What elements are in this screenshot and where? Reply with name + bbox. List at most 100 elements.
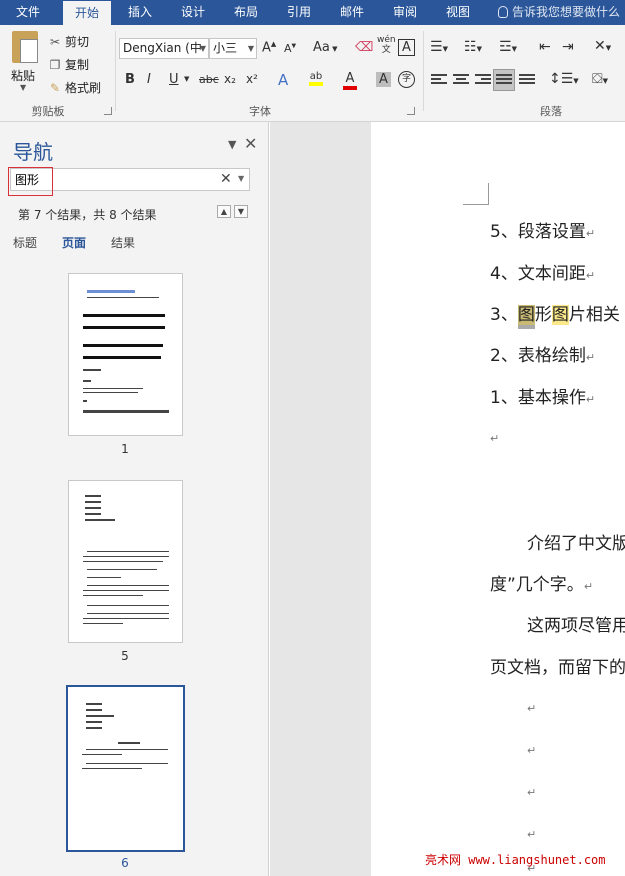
nav-title: 导航 [13,140,53,164]
multilevel-list-icon[interactable]: ☲▼ [499,39,517,55]
phonetic-guide-icon[interactable]: wén 文 [377,35,396,55]
justify-button[interactable] [493,69,515,91]
clipboard-launcher-icon[interactable] [104,107,112,115]
nav-options-icon[interactable]: ▼ [228,138,236,151]
paragraph-mark: ↵ [585,393,596,406]
page-number: 5 [121,649,129,663]
char-border-icon[interactable]: A [398,39,415,56]
doc-line-text: 度”几个字。 [490,575,584,595]
doc-line-text: 片相关 [568,305,620,325]
page-thumbnail[interactable] [68,480,183,643]
tab-insert[interactable]: 插入 [118,0,162,25]
tab-home[interactable]: 开始 [63,1,111,25]
tab-mailings[interactable]: 邮件 [330,0,374,25]
tab-review[interactable]: 审阅 [383,0,427,25]
strikethrough-button[interactable]: abc [199,73,219,86]
font-size-value: 小三 [213,41,238,55]
decrease-indent-icon[interactable]: ⇤ [539,39,551,55]
crop-mark [463,183,489,205]
char-shading-icon[interactable]: A [376,72,391,87]
doc-line[interactable]: 3、图形图片相关 [490,300,620,329]
tell-me-text: 告诉我您想要做什么 [512,5,621,19]
grow-font-icon[interactable]: A▲ [262,40,276,55]
result-count: 第 7 个结果，共 8 个结果 [18,208,157,222]
tab-layout[interactable]: 布局 [224,0,268,25]
superscript-button[interactable]: x² [246,72,258,86]
page-thumbnail[interactable] [68,273,183,436]
lightbulb-icon [498,6,508,18]
search-hit: 图 [551,305,569,325]
page-thumbnail-selected[interactable] [66,685,185,852]
paste-dropdown-icon[interactable]: ▼ [20,83,26,92]
search-term-highlight [8,167,53,196]
cut-label: 剪切 [65,35,90,49]
doc-paragraph-line[interactable]: 页文档，而留下的 [490,653,625,678]
doc-paragraph-line[interactable]: 度”几个字。↵ [490,570,593,595]
ribbon-home: 粘贴 ▼ ✂ 剪切 ❐ 复制 ✎ 格式刷 剪贴板 DengXian (中 ▼ 小三 ▼ A… [0,25,625,122]
tab-view[interactable]: 视图 [436,0,480,25]
format-painter-label: 格式刷 [65,81,102,95]
font-group-label: 字体 [249,105,271,118]
doc-line[interactable]: 5、段落设置↵ [490,217,595,242]
enclosed-char-icon[interactable]: 字 [398,71,415,88]
doc-line[interactable]: 4、文本间距↵ [490,259,595,284]
text-effects-icon[interactable]: A [278,71,288,89]
tab-results[interactable]: 结果 [111,234,135,251]
chinese-layout-icon[interactable]: ✕▼ [594,38,611,54]
increase-indent-icon[interactable]: ⇥ [562,39,574,55]
shrink-font-icon[interactable]: A▼ [284,42,296,55]
tab-design[interactable]: 设计 [171,0,215,25]
font-name-select[interactable]: DengXian (中 ▼ [119,38,209,59]
tab-file[interactable]: 文件 [0,0,56,25]
align-center-icon[interactable] [453,74,469,86]
site-watermark: 亮术网 www.liangshunet.com [425,853,606,867]
clear-search-icon[interactable]: ✕ [220,171,232,187]
change-case-icon[interactable]: Aa ▼ [313,40,337,55]
doc-paragraph-line[interactable]: 这两项尽管用 [527,611,625,636]
paragraph-mark: ↵ [527,744,537,757]
search-dropdown-icon[interactable]: ▼ [238,174,244,183]
bold-button[interactable]: B [125,72,135,87]
italic-button[interactable]: I [147,72,151,87]
tab-references[interactable]: 引用 [277,0,321,25]
change-case-label: Aa [313,40,330,55]
distributed-icon[interactable] [519,74,535,86]
doc-paragraph-line[interactable]: 介绍了中文版 [527,529,625,554]
align-right-icon[interactable] [475,74,491,86]
paste-button[interactable]: 粘贴 [11,67,35,84]
paragraph-mark: ↵ [585,269,596,282]
tell-me-box[interactable]: 告诉我您想要做什么 [498,0,620,25]
clipboard-group-label: 剪贴板 [31,105,65,118]
align-left-icon[interactable] [431,74,447,86]
tab-headings[interactable]: 标题 [13,234,37,251]
clear-format-icon[interactable]: ⌫ [355,40,373,55]
copy-button[interactable]: ❐ 复制 [48,56,89,73]
copy-label: 复制 [65,58,90,72]
doc-line[interactable]: 1、基本操作↵ [490,383,595,408]
font-color-icon[interactable]: A [343,71,357,90]
format-painter-button[interactable]: ✎ 格式刷 [48,79,101,96]
shading-bucket-icon[interactable]: ⛋▼ [592,71,608,87]
underline-button[interactable]: U [169,72,179,87]
font-size-select[interactable]: 小三 ▼ [209,38,257,59]
page-number: 6 [121,856,129,870]
subscript-button[interactable]: x₂ [224,72,236,86]
underline-dropdown-icon[interactable]: ▼ [184,75,189,83]
bullets-icon[interactable]: ☰▼ [430,39,448,55]
close-icon[interactable]: ✕ [244,134,257,153]
numbering-icon[interactable]: ☷▼ [464,39,482,55]
next-result-button[interactable]: ▼ [234,205,248,218]
chevron-down-icon: ▼ [199,44,206,53]
previous-result-button[interactable]: ▲ [217,205,231,218]
highlight-color-icon[interactable]: ab [309,71,323,86]
doc-line[interactable]: 2、表格绘制↵ [490,341,595,366]
line-spacing-icon[interactable]: ↕☰▼ [549,71,579,87]
doc-line-text: 形 [534,305,552,325]
paragraph-group-label: 段落 [540,105,562,118]
tab-pages[interactable]: 页面 [62,234,86,251]
font-launcher-icon[interactable] [407,107,415,115]
paste-icon[interactable] [12,31,38,63]
paragraph-mark: ↵ [585,351,596,364]
paragraph-mark: ↵ [527,786,537,799]
cut-button[interactable]: ✂ 剪切 [48,33,89,50]
